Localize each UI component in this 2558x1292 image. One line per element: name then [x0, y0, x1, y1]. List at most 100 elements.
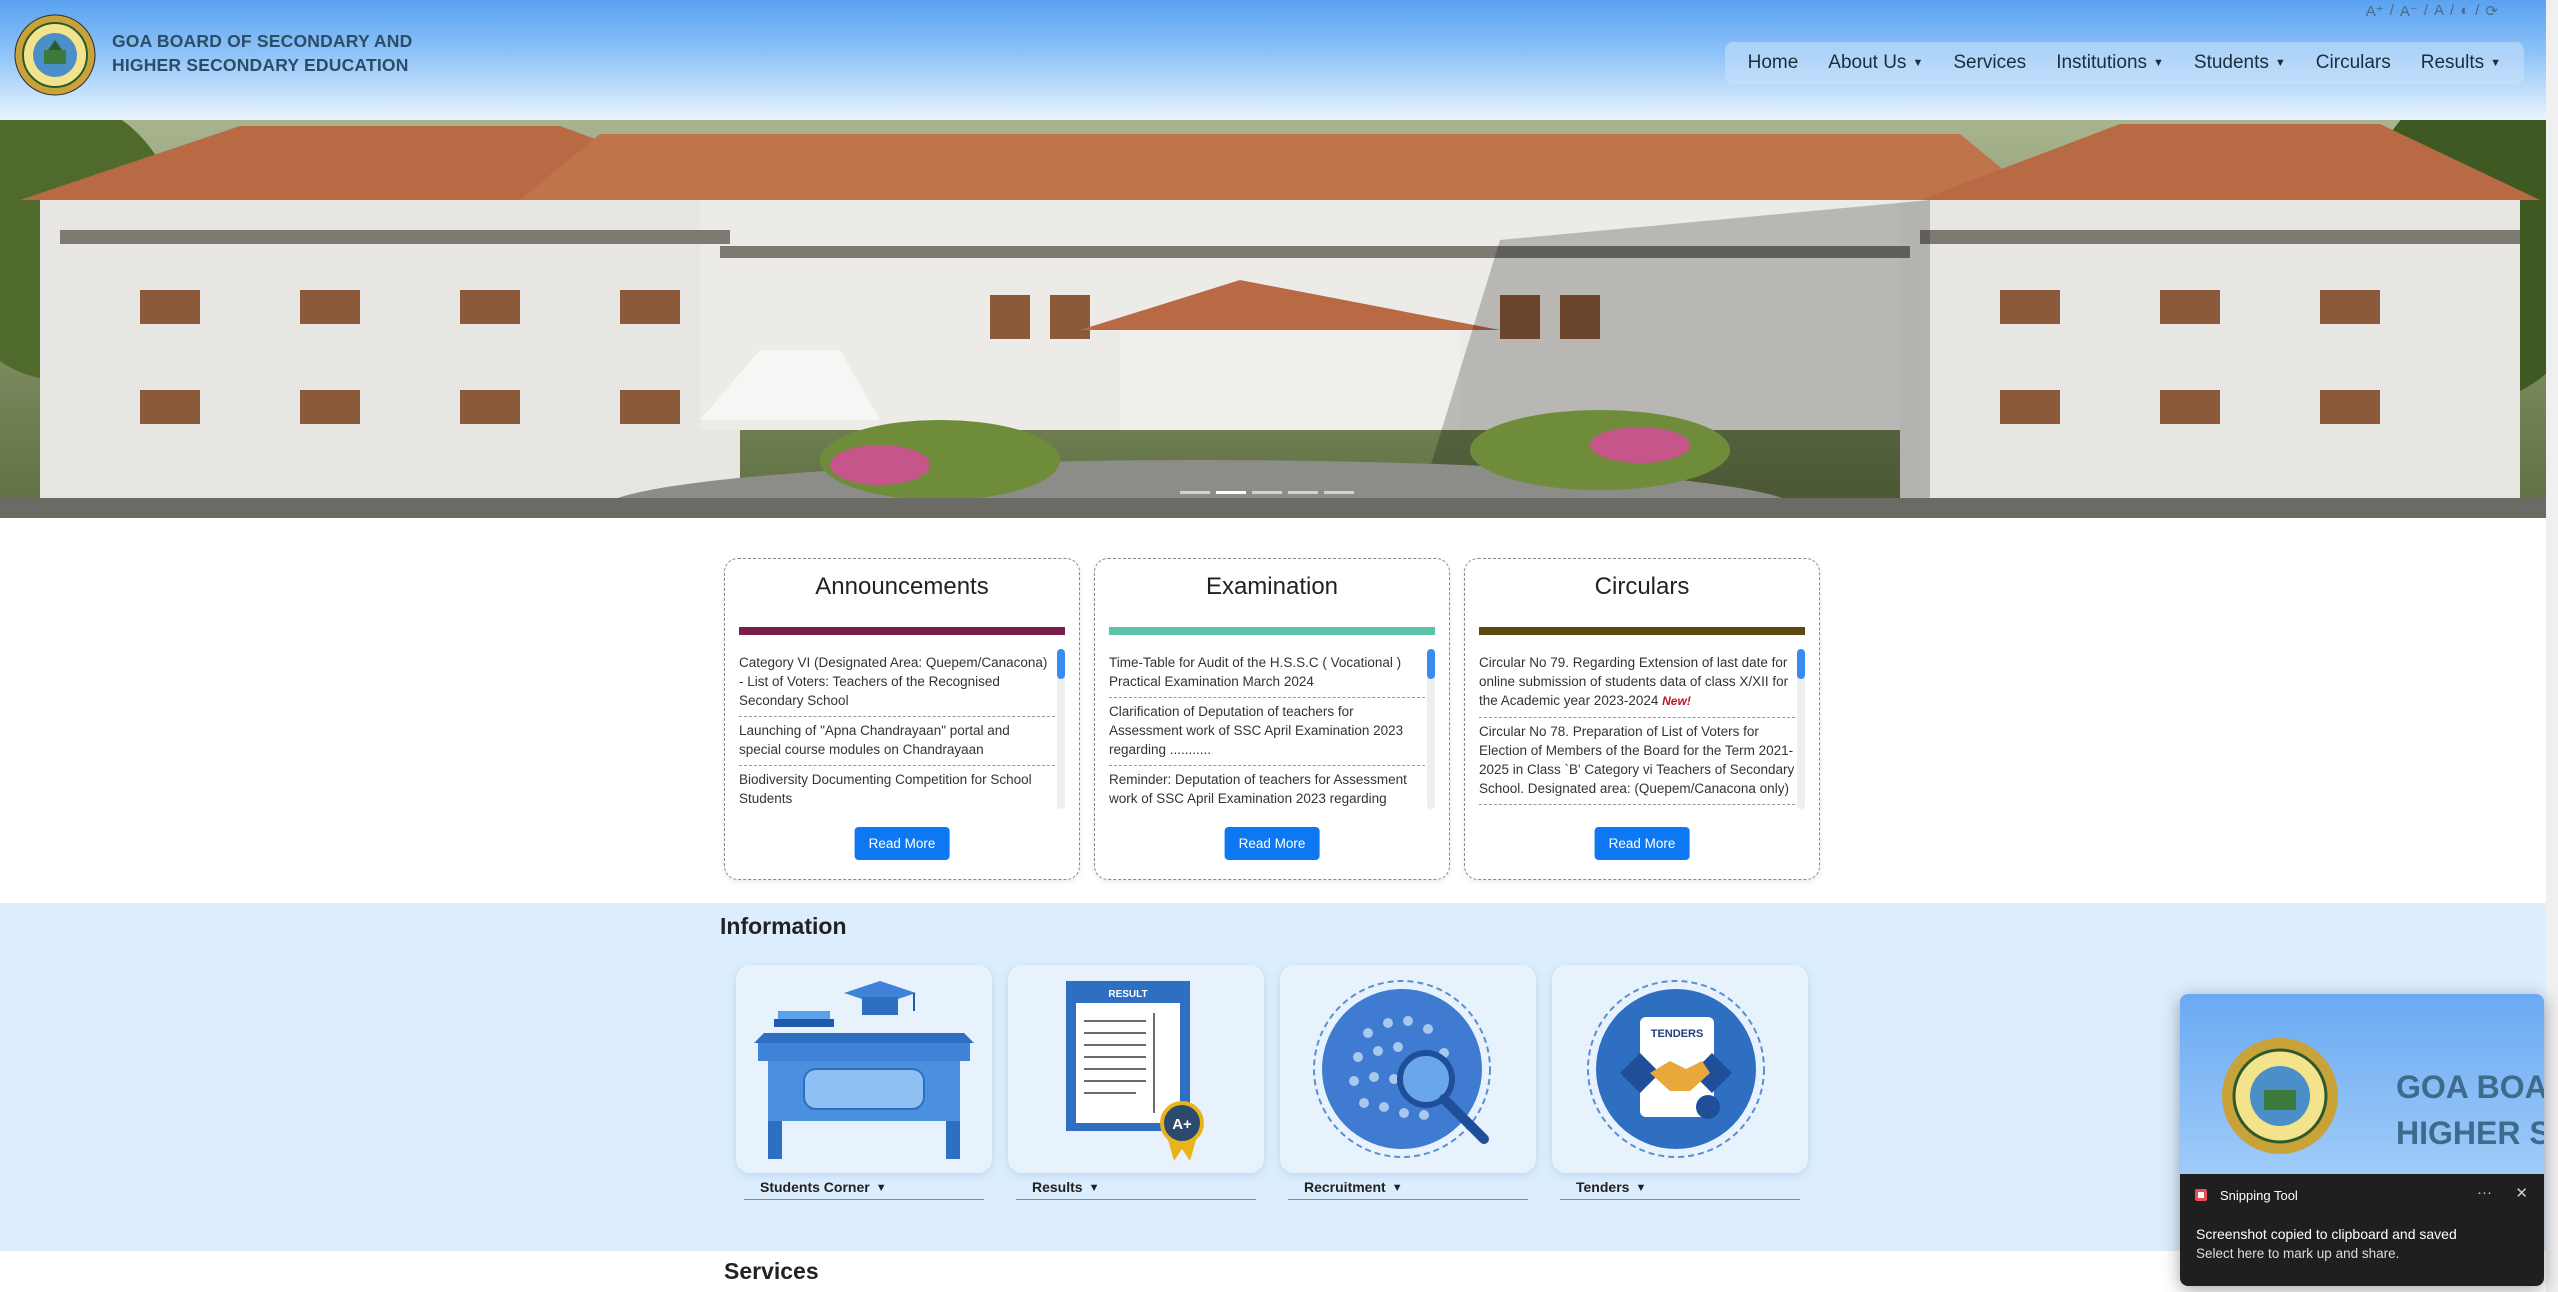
- tenders-tile[interactable]: TENDERS: [1552, 965, 1808, 1173]
- board-logo[interactable]: [14, 14, 96, 96]
- recruitment-dropdown[interactable]: Recruitment ▼: [1288, 1179, 1528, 1200]
- org-name-line1: GOA BOARD OF SECONDARY AND: [112, 31, 413, 51]
- caret-down-icon: ▼: [1912, 56, 1924, 69]
- students-corner-tile[interactable]: [736, 965, 992, 1173]
- tile-label-text: Recruitment: [1304, 1179, 1386, 1195]
- contrast-icon[interactable]: ◐: [2460, 2, 2469, 20]
- circulars-scrollbar[interactable]: [1797, 649, 1805, 809]
- tile-label-text: Students Corner: [760, 1179, 870, 1195]
- list-item[interactable]: Circular No 79. Regarding Extension of l…: [1479, 649, 1795, 718]
- building-image: [0, 120, 2546, 518]
- carousel-dot-1[interactable]: [1180, 491, 1210, 494]
- examination-accent-bar: [1109, 627, 1435, 635]
- nav-circulars[interactable]: Circulars: [2316, 52, 2391, 74]
- grade-badge-label: A+: [1172, 1116, 1192, 1133]
- hero-carousel[interactable]: [0, 120, 2546, 518]
- caret-down-icon: ▼: [1635, 1182, 1647, 1195]
- circulars-title: Circulars: [1594, 573, 1690, 600]
- scrollbar-thumb[interactable]: [1797, 649, 1805, 679]
- recruitment-search-icon: [1313, 980, 1491, 1158]
- list-item[interactable]: Time-Table for Audit of the H.S.S.C ( Vo…: [1109, 649, 1425, 698]
- result-doc-title: RESULT: [1108, 989, 1147, 1000]
- examination-title: Examination: [1205, 573, 1339, 600]
- reset-icon[interactable]: ⟳: [2485, 2, 2498, 20]
- scrollbar-thumb[interactable]: [1427, 649, 1435, 679]
- circulars-card: Circulars Circular No 79. Regarding Exte…: [1464, 558, 1820, 880]
- circulars-read-more-button[interactable]: Read More: [1594, 827, 1690, 860]
- new-badge: New!: [1662, 694, 1691, 708]
- results-dropdown[interactable]: Results ▼: [1016, 1179, 1256, 1200]
- preview-org-name: GOA BOA HIGHER S: [2396, 1064, 2544, 1156]
- services-heading: Services: [724, 1258, 819, 1284]
- nav-about-us-label: About Us: [1828, 52, 1907, 73]
- announcements-title: Announcements: [815, 573, 989, 600]
- preview-line1: GOA BOA: [2396, 1069, 2544, 1105]
- notification-title: Screenshot copied to clipboard and saved: [2196, 1226, 2457, 1242]
- list-item[interactable]: Circular No 78. Preparation of List of V…: [1479, 718, 1795, 805]
- nav-institutions-label: Institutions: [2056, 52, 2148, 73]
- list-item[interactable]: Launching of "Apna Chandrayaan" portal a…: [739, 717, 1055, 766]
- nav-results[interactable]: Results ▼: [2421, 52, 2501, 74]
- tile-label-text: Tenders: [1576, 1179, 1630, 1195]
- list-item[interactable]: Clarification of Deputation of teachers …: [1109, 698, 1425, 766]
- page-scrollbar[interactable]: [2546, 0, 2558, 1292]
- circulars-accent-bar: [1479, 627, 1805, 635]
- org-name-line2: HIGHER SECONDARY EDUCATION: [112, 55, 409, 75]
- snipping-tool-icon: [2195, 1189, 2207, 1201]
- nav-about-us[interactable]: About Us ▼: [1828, 52, 1923, 74]
- notification-body[interactable]: Snipping Tool ··· ✕ Screenshot copied to…: [2180, 1174, 2544, 1286]
- nav-results-label: Results: [2420, 52, 2485, 73]
- examination-list[interactable]: Time-Table for Audit of the H.S.S.C ( Vo…: [1109, 649, 1425, 809]
- main-nav: Home About Us ▼ Services Institutions ▼ St…: [1724, 42, 2524, 84]
- announcements-read-more-button[interactable]: Read More: [854, 827, 950, 860]
- separator: /: [2423, 2, 2428, 19]
- nav-students[interactable]: Students ▼: [2194, 52, 2286, 74]
- nav-institutions[interactable]: Institutions ▼: [2056, 52, 2164, 74]
- examination-scrollbar[interactable]: [1427, 649, 1435, 809]
- tenders-handshake-icon: TENDERS: [1587, 980, 1765, 1158]
- nav-circulars-label: Circulars: [2315, 52, 2391, 73]
- org-name: GOA BOARD OF SECONDARY AND HIGHER SECOND…: [112, 29, 442, 77]
- caret-down-icon: ▼: [1391, 1182, 1403, 1195]
- tenders-doc-title: TENDERS: [1651, 1028, 1704, 1040]
- recruitment-tile[interactable]: [1280, 965, 1536, 1173]
- list-item[interactable]: Reminder: Deputation of teachers for Ass…: [1109, 766, 1425, 809]
- site-header: GOA BOARD OF SECONDARY AND HIGHER SECOND…: [0, 0, 2546, 120]
- information-section: Information Students Corner ▼ RESULT A+ …: [0, 903, 2546, 1251]
- announcements-card: Announcements Category VI (Designated Ar…: [724, 558, 1080, 880]
- decrease-font-button[interactable]: A⁻: [2400, 2, 2418, 20]
- result-document-icon: RESULT A+: [1066, 981, 1204, 1161]
- results-tile[interactable]: RESULT A+: [1008, 965, 1264, 1173]
- nav-services[interactable]: Services: [1953, 52, 2026, 74]
- circular-text: Circular No 79. Regarding Extension of l…: [1479, 655, 1789, 708]
- snipping-tool-notification[interactable]: GOA BOA HIGHER S Snipping Tool ··· ✕ Scr…: [2180, 994, 2544, 1286]
- examination-card: Examination Time-Table for Audit of the …: [1094, 558, 1450, 880]
- notification-app-name: Snipping Tool: [2220, 1188, 2298, 1203]
- preview-line2: HIGHER S: [2396, 1115, 2544, 1151]
- carousel-dot-2[interactable]: [1216, 491, 1246, 494]
- screenshot-preview[interactable]: GOA BOA HIGHER S: [2180, 994, 2544, 1174]
- list-item[interactable]: Category VI (Designated Area: Quepem/Can…: [739, 649, 1055, 717]
- carousel-dot-3[interactable]: [1252, 491, 1282, 494]
- increase-font-button[interactable]: A⁺: [2366, 2, 2384, 20]
- nav-home[interactable]: Home: [1748, 52, 1799, 74]
- nav-services-label: Services: [1953, 52, 2027, 73]
- nav-home-label: Home: [1747, 52, 1799, 73]
- circulars-list[interactable]: Circular No 79. Regarding Extension of l…: [1479, 649, 1795, 809]
- carousel-dot-5[interactable]: [1324, 491, 1354, 494]
- examination-read-more-button[interactable]: Read More: [1224, 827, 1320, 860]
- tenders-dropdown[interactable]: Tenders ▼: [1560, 1179, 1800, 1200]
- normal-font-button[interactable]: A: [2434, 2, 2444, 20]
- carousel-dot-4[interactable]: [1288, 491, 1318, 494]
- more-options-icon[interactable]: ···: [2477, 1184, 2492, 1201]
- announcements-list[interactable]: Category VI (Designated Area: Quepem/Can…: [739, 649, 1055, 809]
- tile-label-text: Results: [1032, 1179, 1083, 1195]
- students-corner-dropdown[interactable]: Students Corner ▼: [744, 1179, 984, 1200]
- scrollbar-thumb[interactable]: [1057, 649, 1065, 679]
- nav-students-label: Students: [2193, 52, 2269, 73]
- close-icon[interactable]: ✕: [2515, 1184, 2528, 1202]
- announcements-scrollbar[interactable]: [1057, 649, 1065, 809]
- separator: /: [2389, 2, 2394, 19]
- list-item[interactable]: Biodiversity Documenting Competition for…: [739, 766, 1055, 809]
- carousel-indicators: [1180, 491, 1354, 494]
